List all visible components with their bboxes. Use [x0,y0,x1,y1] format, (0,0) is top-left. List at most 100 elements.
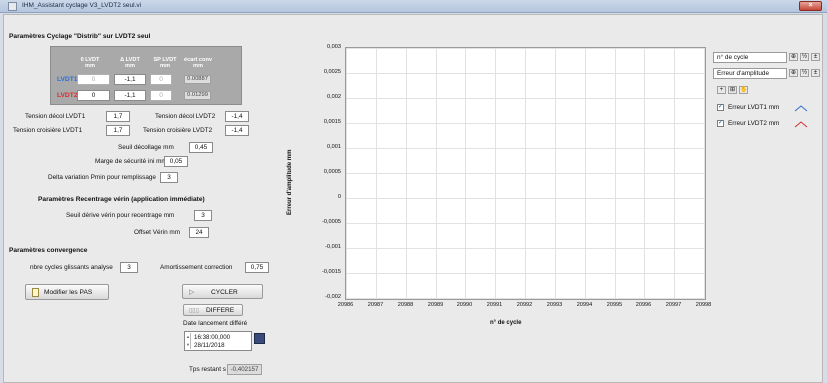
x-format-icon[interactable]: ½ [800,53,809,61]
amortissement-input[interactable]: 0,75 [245,262,269,273]
x-tick-label: 20988 [397,302,414,308]
col-header-ecart: écart conv mm [184,57,212,69]
y-tick-label: 0,0025 [323,68,341,75]
chart-ylabel: Erreur d'amplitude mm [287,149,293,215]
x-tick-label: 20994 [576,302,593,308]
y-tick-label: -0,0015 [322,268,341,275]
verin-params-title: Paramètres Recentrage vérin (application… [38,196,205,203]
pan-tool-icon[interactable]: ✋ [739,86,748,94]
lvdt2-zero[interactable]: 0 [77,90,110,101]
lvdt1-delta[interactable]: -1,1 [114,74,146,85]
x-precision-icon[interactable]: ± [811,53,820,61]
legend-lvdt2-swatch[interactable] [794,120,808,129]
cycler-label: CYCLER [211,289,238,296]
x-scale-tools: ⊕ ½ ± [789,51,823,63]
tension-crois-1-label: Tension croisière LVDT1 [13,127,83,134]
lvdt1-sp[interactable]: 0 [150,74,172,85]
amortissement-label: Amortissement correction [160,264,233,271]
y-tick-label: 0,002 [327,93,341,100]
play-icon: ▷ [189,289,195,296]
tps-restant-label: Tps restant s [189,366,226,373]
marge-securite-input[interactable]: 0,05 [164,156,188,167]
seuil-derive-label: Seuil dérive vérin pour recentrage mm [66,212,175,219]
y-tick-label: 0,0005 [323,168,341,175]
spin-icon[interactable]: ▲ ▼ [186,333,191,349]
date-time-control[interactable]: ▲ ▼ 16:38:00,000 28/11/2018 [184,331,252,351]
zoom-tool-icon[interactable]: ⊞ [728,86,737,94]
y-tick-label: 0,0015 [323,118,341,125]
date-lancement-label: Date lancement différé [183,320,248,327]
lvdt2-delta[interactable]: -1,1 [114,90,146,101]
close-button[interactable]: × [799,1,822,11]
y-lock-icon[interactable]: ⊕ [789,69,798,77]
x-tick-label: 20995 [606,302,623,308]
date-time-value: 16:38:00,000 [194,334,231,341]
cycle-params-title: Paramètres Cyclage "Distrib" sur LVDT2 s… [9,33,151,40]
calendar-icon[interactable] [254,333,265,344]
lvdt2-ecart: 0.01299 [184,91,211,100]
y-precision-icon[interactable]: ± [811,69,820,77]
y-scale-tools: ⊕ ½ ± [789,67,823,79]
x-tick-label: 20991 [486,302,503,308]
chart-svg [346,48,705,299]
nbre-cycles-input[interactable]: 3 [120,262,138,273]
seuil-decollage-label: Seuil décollage mm [118,144,174,151]
lvdt2-sp[interactable]: 0 [150,90,172,101]
seuil-derive-input[interactable]: 3 [194,210,212,221]
legend-lvdt1-swatch[interactable] [794,104,808,113]
modifier-pas-button[interactable]: Modifier les PAS [25,284,109,300]
y-tick-label: -0,002 [325,293,341,300]
col-header-sp: SP LVDT mm [153,57,177,69]
col-header-zero: 0 LVDT mm [80,57,100,69]
modifier-pas-label: Modifier les PAS [44,289,93,296]
legend-lvdt2-label: Erreur LVDT2 mm [728,120,780,127]
seuil-decollage-input[interactable]: 0,45 [189,142,213,153]
x-tick-label: 20993 [546,302,563,308]
tension-decol-1-input[interactable]: 1,7 [106,111,130,122]
marge-securite-label: Marge de sécurité ini mm [95,158,167,165]
y-tick-label: 0,003 [327,43,341,50]
window-title: IHM_Assistant cyclage V3_LVDT2 seul.vi [22,2,142,9]
x-tick-label: 20990 [456,302,473,308]
tension-decol-2-input[interactable]: -1,4 [225,111,249,122]
col-header-delta: Δ LVDT mm [120,57,140,69]
tension-crois-1-input[interactable]: 1,7 [106,125,130,136]
plot-area[interactable] [345,47,706,300]
x-tick-label: 20996 [635,302,652,308]
differe-label: DIFFERE [206,307,235,314]
legend-lvdt1-label: Erreur LVDT1 mm [728,104,780,111]
x-tick-label: 20987 [367,302,384,308]
cursor-tool-icon[interactable]: + [717,86,726,94]
lvdt2-label: LVDT2 [57,92,78,99]
x-lock-icon[interactable]: ⊕ [789,53,798,61]
x-tick-label: 20998 [695,302,712,308]
y-tick-label: -0,001 [325,243,341,250]
nbre-cycles-label: nbre cycles glissants analyse [30,264,113,271]
tension-decol-2-label: Tension décol LVDT2 [155,113,216,120]
offset-verin-label: Offset Vérin mm [134,229,181,236]
tension-decol-1-label: Tension décol LVDT1 [25,113,86,120]
legend-lvdt2-checkbox[interactable]: ✓ [717,120,724,127]
tension-crois-2-input[interactable]: -1,4 [225,125,249,136]
x-tick-label: 20992 [516,302,533,308]
offset-verin-input[interactable]: 24 [189,227,209,238]
convergence-title: Paramètres convergence [9,247,88,254]
delta-variation-label: Delta variation Pmin pour remplissage [48,174,156,181]
title-bar: IHM_Assistant cyclage V3_LVDT2 seul.vi × [0,0,827,13]
y-format-icon[interactable]: ½ [800,69,809,77]
tps-restant-value: -0,402157 [227,364,262,375]
chart-xlabel: n° de cycle [490,320,522,326]
x-scale-selector[interactable]: n° de cycle [713,52,787,63]
delay-icon: ▯▯▯ [189,308,199,314]
cycler-button[interactable]: ▷ CYCLER [182,284,263,299]
differe-button[interactable]: ▯▯▯ DIFFERE [183,304,243,316]
app-icon [8,2,17,11]
lvdt1-zero[interactable]: 0 [77,74,110,85]
delta-variation-input[interactable]: 3 [160,172,178,183]
legend-lvdt1-checkbox[interactable]: ✓ [717,104,724,111]
y-tick-label: 0 [337,193,341,200]
y-scale-selector[interactable]: Erreur d'amplitude [713,68,787,79]
lvdt1-ecart: 0.00887 [184,75,211,84]
x-tick-label: 20986 [337,302,354,308]
tension-crois-2-label: Tension croisière LVDT2 [143,127,213,134]
